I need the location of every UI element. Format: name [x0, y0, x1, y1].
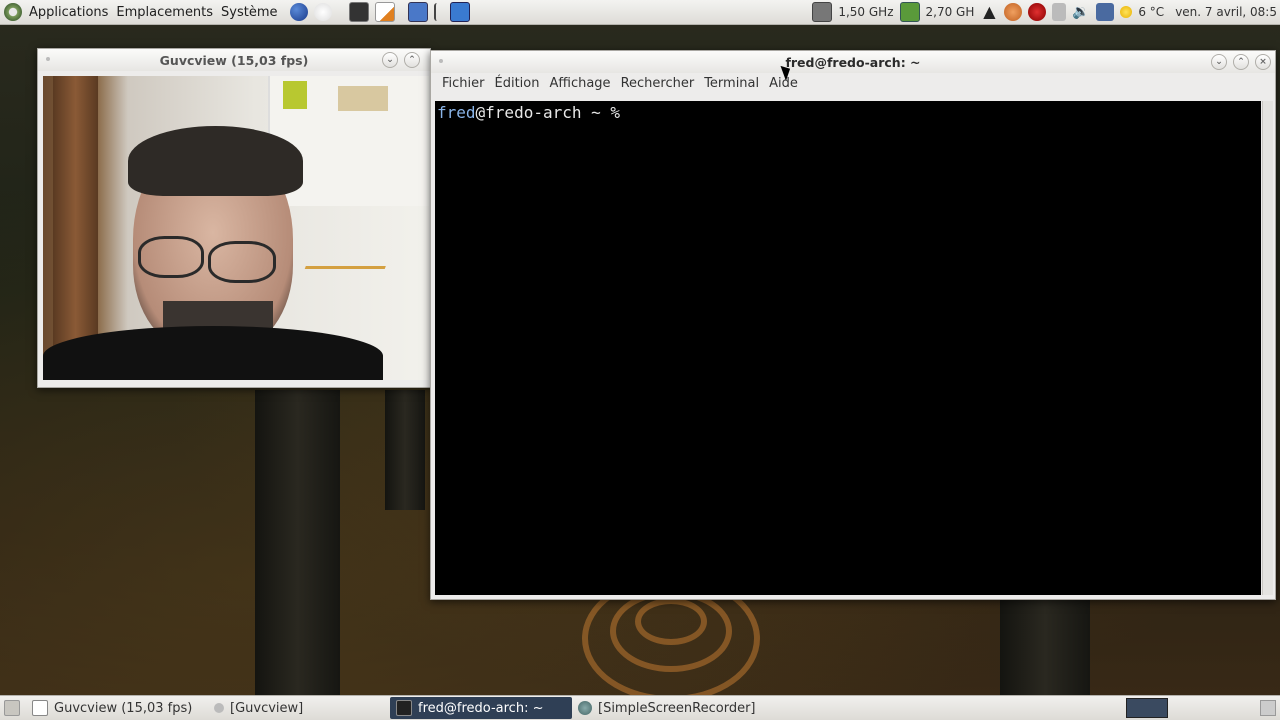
- monitor-launcher-icon[interactable]: [449, 2, 470, 22]
- show-desktop-icon[interactable]: [4, 700, 20, 716]
- menu-edition[interactable]: Édition: [490, 76, 545, 91]
- microphone-icon[interactable]: [1052, 3, 1067, 21]
- guvcview-titlebar[interactable]: Guvcview (15,03 fps) ⌄ ⌃: [38, 49, 430, 71]
- cpu-icon: [899, 2, 920, 22]
- menu-rechercher[interactable]: Rechercher: [616, 76, 700, 91]
- taskbar-item-screenrecorder[interactable]: [SimpleScreenRecorder]: [572, 697, 774, 719]
- window-title: fred@fredo-arch: ~: [785, 54, 921, 70]
- workspace-switcher[interactable]: [1126, 698, 1168, 718]
- system-tray: 1,50 GHz 2,70 GH ▲ 🔉 6 °C ven. 7 avril, …: [809, 0, 1280, 24]
- top-panel: Applications Emplacements Système 1,50 G…: [0, 0, 1280, 25]
- weather-icon: [1120, 6, 1133, 18]
- arch-logo-icon[interactable]: ▲: [980, 3, 998, 21]
- taskbar-label: [SimpleScreenRecorder]: [598, 700, 756, 716]
- trash-icon[interactable]: [1260, 700, 1276, 716]
- terminal-window: fred@fredo-arch: ~ ⌄ ⌃ × Fichier Édition…: [430, 50, 1276, 600]
- globe-icon[interactable]: [289, 3, 308, 21]
- text-editor-icon[interactable]: [374, 2, 395, 22]
- menu-aide[interactable]: Aide: [764, 76, 803, 91]
- network-icon[interactable]: [1096, 3, 1115, 21]
- maximize-icon[interactable]: ⌃: [1233, 54, 1249, 70]
- wallpaper-ring: [635, 598, 707, 645]
- window-title: Guvcview (15,03 fps): [159, 52, 309, 68]
- tree-trunk: [1000, 600, 1090, 696]
- terminal-output[interactable]: fred@fredo-arch ~ %: [435, 101, 1261, 595]
- menu-terminal[interactable]: Terminal: [699, 76, 764, 91]
- record-icon[interactable]: [1028, 3, 1047, 21]
- guvcview-window: Guvcview (15,03 fps) ⌄ ⌃: [37, 48, 431, 388]
- prompt-user: fred: [437, 103, 476, 122]
- file-launcher-icon[interactable]: [407, 2, 428, 22]
- tree-trunk: [385, 390, 425, 510]
- terminal-icon: [396, 700, 412, 716]
- recorder-icon: [578, 701, 592, 715]
- close-icon[interactable]: ×: [1255, 54, 1271, 70]
- terminal-scrollbar[interactable]: [1262, 101, 1273, 595]
- balloon-icon[interactable]: [1004, 3, 1023, 21]
- clock[interactable]: ven. 7 avril, 08:5: [1175, 5, 1277, 19]
- taskbar-item-guvcview-hidden[interactable]: [Guvcview]: [208, 697, 390, 719]
- app-icon: [214, 703, 224, 713]
- maximize-icon[interactable]: ⌃: [404, 52, 420, 68]
- browser-launcher-icon[interactable]: [313, 3, 332, 21]
- cpu-freq-2: 2,70 GH: [925, 5, 975, 19]
- taskbar-label: [Guvcview]: [230, 700, 304, 716]
- menu-emplacements[interactable]: Emplacements: [112, 5, 217, 20]
- window-icon: [32, 700, 48, 716]
- weather-temp[interactable]: 6 °C: [1138, 5, 1164, 19]
- prompt-host: @fredo-arch ~ %: [475, 103, 621, 122]
- minimize-icon[interactable]: ⌄: [382, 52, 398, 68]
- cpu-icon: [812, 2, 833, 22]
- volume-icon[interactable]: 🔉: [1072, 3, 1090, 21]
- tree-trunk: [255, 390, 340, 696]
- terminal-launcher-icon[interactable]: [348, 2, 369, 22]
- terminal-titlebar[interactable]: fred@fredo-arch: ~ ⌄ ⌃ ×: [431, 51, 1275, 73]
- menu-systeme[interactable]: Système: [217, 5, 281, 20]
- bottom-panel: Guvcview (15,03 fps) [Guvcview] fred@fre…: [0, 695, 1280, 720]
- window-menu-icon[interactable]: [439, 59, 443, 63]
- webcam-preview: [43, 76, 429, 380]
- cursor-tool-icon[interactable]: [433, 3, 444, 21]
- menu-fichier[interactable]: Fichier: [437, 76, 490, 91]
- taskbar-item-terminal[interactable]: fred@fredo-arch: ~: [390, 697, 572, 719]
- taskbar-item-guvcview[interactable]: Guvcview (15,03 fps): [26, 697, 208, 719]
- distro-logo-icon[interactable]: [4, 3, 22, 21]
- minimize-icon[interactable]: ⌄: [1211, 54, 1227, 70]
- menu-applications[interactable]: Applications: [25, 5, 112, 20]
- window-menu-icon[interactable]: [46, 57, 50, 61]
- terminal-menubar: Fichier Édition Affichage Rechercher Ter…: [431, 73, 1275, 94]
- menu-affichage[interactable]: Affichage: [544, 76, 615, 91]
- taskbar-label: fred@fredo-arch: ~: [418, 700, 544, 716]
- cpu-freq-1: 1,50 GHz: [838, 5, 894, 19]
- taskbar-label: Guvcview (15,03 fps): [54, 700, 193, 716]
